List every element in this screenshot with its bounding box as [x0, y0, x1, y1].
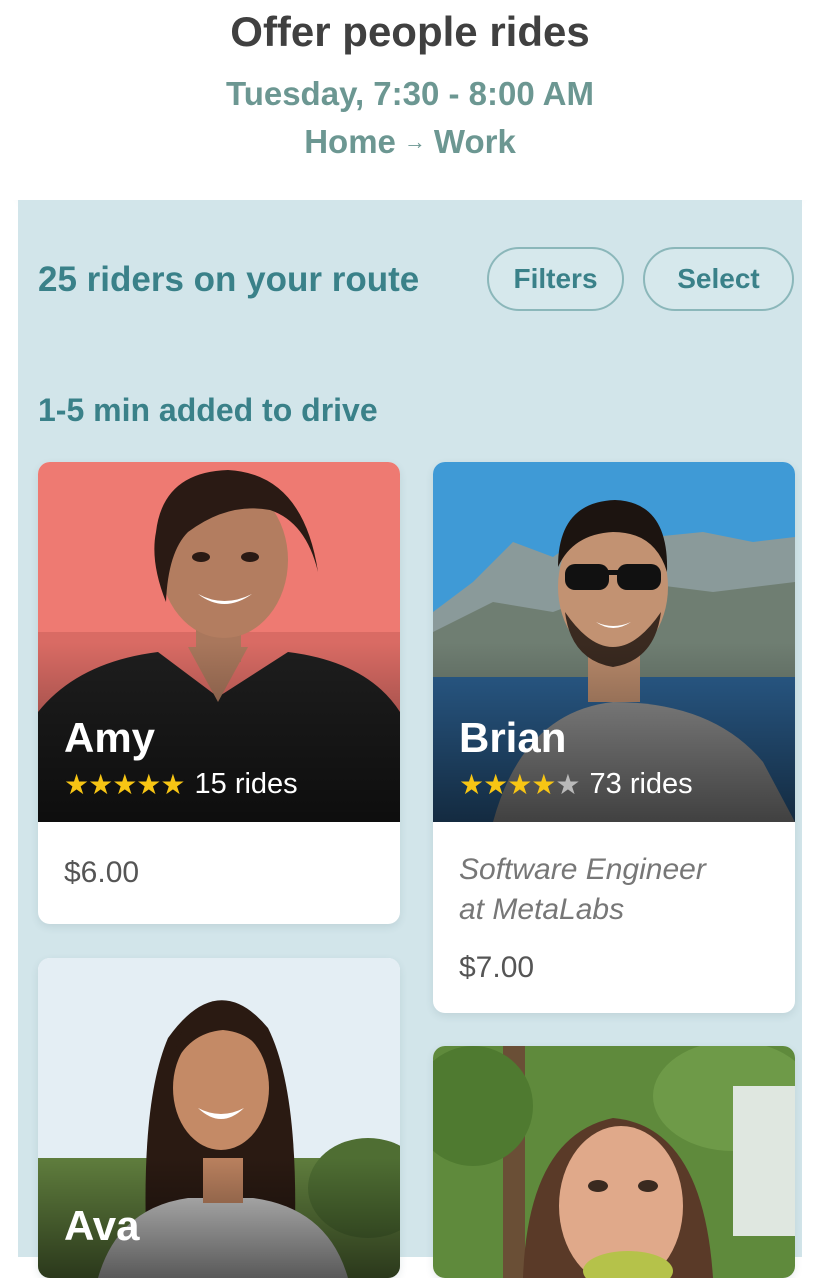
section-label: 1-5 min added to drive [38, 392, 378, 428]
ride-count: 73 rides [589, 768, 693, 800]
rider-card-ava[interactable]: Ava [38, 958, 400, 1278]
rider-price: $6.00 [64, 856, 140, 889]
rider-name: Amy [64, 714, 156, 761]
star-rating-icon: ★★★★★ [459, 769, 581, 800]
rider-photo: Amy ★★★★★ 15 rides [38, 462, 400, 822]
rider-card-brian[interactable]: Brian ★★★★★ 73 rides Software Engineer a… [433, 462, 795, 1013]
rider-rating: ★★★★★ 15 rides [64, 768, 298, 801]
rider-name: Ava [64, 1202, 140, 1249]
ride-time: Tuesday, 7:30 - 8:00 AM [225, 75, 594, 112]
rider-price: $7.00 [459, 951, 535, 984]
rider-rating: ★★★★★ 73 rides [459, 768, 693, 801]
arrow-right-icon: → [403, 129, 426, 154]
rider-job-company: at MetaLabs [459, 893, 625, 926]
rider-card[interactable] [433, 1046, 795, 1278]
star-rating-icon: ★★★★★ [64, 769, 186, 800]
route-summary: Home → Work [0, 123, 820, 161]
filters-button[interactable]: Filters [487, 247, 624, 311]
rider-photo [433, 1046, 795, 1278]
rider-job-title: Software Engineer [459, 853, 706, 886]
header: Offer people rides Tuesday, 7:30 - 8:00 … [0, 0, 820, 200]
rider-name: Brian [459, 714, 567, 761]
route-from: Home [304, 123, 396, 160]
rider-job: Software Engineer at MetaLabs [459, 850, 779, 930]
rider-photo: Ava [38, 958, 400, 1278]
select-button[interactable]: Select [643, 247, 794, 311]
riders-count: 25 riders on your route [38, 260, 420, 299]
page-title: Offer people rides [230, 8, 590, 55]
route-to: Work [433, 123, 516, 160]
ride-count: 15 rides [194, 768, 298, 800]
rider-photo: Brian ★★★★★ 73 rides [433, 462, 795, 822]
rider-card-amy[interactable]: Amy ★★★★★ 15 rides $6.00 [38, 462, 400, 924]
